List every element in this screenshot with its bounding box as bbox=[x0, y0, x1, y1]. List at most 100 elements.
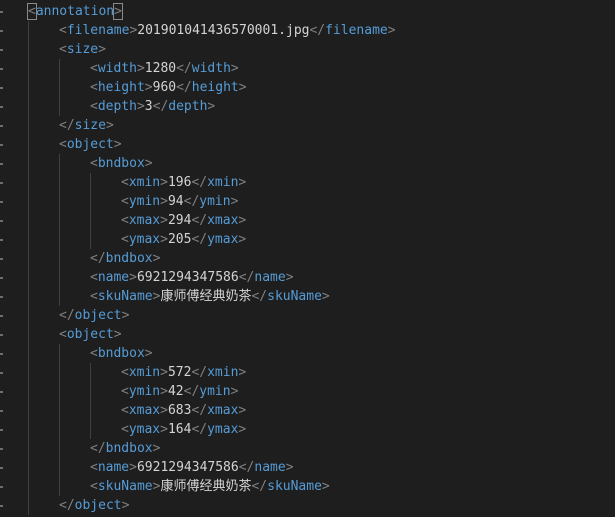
xml-bracket: > bbox=[230, 384, 239, 399]
code-line[interactable]: <size> bbox=[59, 40, 106, 59]
gutter-marker bbox=[0, 334, 3, 336]
code-line[interactable]: <xmin>572</xmin> bbox=[121, 363, 246, 382]
xml-bracket: </ bbox=[191, 232, 208, 247]
xml-bracket: </ bbox=[59, 308, 75, 323]
xml-bracket: > bbox=[238, 422, 247, 437]
code-line[interactable]: <filename>201901041436570001.jpg</filena… bbox=[59, 21, 396, 40]
gutter-marker bbox=[0, 315, 3, 317]
xml-bracket: </ bbox=[251, 289, 268, 304]
xml-tag-name: name bbox=[254, 460, 286, 475]
code-line[interactable]: <xmax>294</xmax> bbox=[121, 211, 246, 230]
xml-bracket: > bbox=[238, 175, 247, 190]
xml-bracket: > bbox=[113, 3, 123, 20]
xml-tag-name: ymin bbox=[199, 384, 231, 399]
code-line[interactable]: <skuName>康师傅经典奶茶</skuName> bbox=[90, 287, 330, 306]
xml-bracket: < bbox=[121, 384, 129, 399]
code-line[interactable]: </bndbox> bbox=[90, 439, 160, 458]
code-line[interactable]: <object> bbox=[59, 135, 122, 154]
code-line[interactable]: <ymax>205</ymax> bbox=[121, 230, 246, 249]
code-line[interactable]: <ymin>42</ymin> bbox=[121, 382, 238, 401]
xml-bracket: > bbox=[144, 156, 153, 171]
xml-text-value: 294 bbox=[167, 213, 192, 228]
xml-bracket: > bbox=[321, 289, 330, 304]
code-line[interactable]: <xmin>196</xmin> bbox=[121, 173, 246, 192]
xml-bracket: < bbox=[121, 194, 129, 209]
xml-text-value: 196 bbox=[167, 175, 192, 190]
xml-tag-name: bndbox bbox=[105, 251, 153, 266]
xml-bracket: </ bbox=[191, 365, 208, 380]
gutter-marker bbox=[0, 125, 3, 127]
xml-tag-name: xmax bbox=[207, 403, 239, 418]
xml-bracket: > bbox=[136, 99, 145, 114]
code-line[interactable]: <annotation> bbox=[27, 2, 123, 21]
xml-text-value: 572 bbox=[167, 365, 192, 380]
code-line[interactable]: <width>1280</width> bbox=[90, 59, 239, 78]
xml-text-value: 6921294347586 bbox=[136, 270, 239, 285]
xml-bracket: < bbox=[90, 270, 98, 285]
code-line[interactable]: </object> bbox=[59, 496, 129, 515]
xml-bracket: < bbox=[90, 289, 98, 304]
xml-bracket: > bbox=[238, 232, 247, 247]
xml-bracket: < bbox=[121, 175, 129, 190]
xml-tag-name: xmax bbox=[128, 213, 161, 228]
xml-bracket: > bbox=[144, 80, 153, 95]
code-line[interactable]: </object> bbox=[59, 306, 129, 325]
code-line[interactable]: <ymax>164</ymax> bbox=[121, 420, 246, 439]
code-line[interactable]: <object> bbox=[59, 325, 122, 344]
xml-bracket: </ bbox=[238, 460, 255, 475]
xml-bracket: </ bbox=[238, 270, 255, 285]
xml-bracket: </ bbox=[251, 479, 268, 494]
xml-tag-name: ymax bbox=[128, 422, 161, 437]
xml-bracket: < bbox=[121, 365, 129, 380]
xml-bracket: > bbox=[121, 498, 130, 513]
xml-text-value: 42 bbox=[167, 384, 184, 399]
xml-tag-name: bndbox bbox=[97, 346, 145, 361]
xml-text-value: 6921294347586 bbox=[136, 460, 239, 475]
gutter-marker bbox=[0, 505, 3, 507]
gutter-marker bbox=[0, 296, 3, 298]
xml-tag-name: skuName bbox=[267, 479, 322, 494]
code-line[interactable]: <depth>3</depth> bbox=[90, 97, 215, 116]
xml-bracket: < bbox=[90, 346, 98, 361]
xml-bracket: > bbox=[160, 403, 168, 418]
code-line[interactable]: <skuName>康师傅经典奶茶</skuName> bbox=[90, 477, 330, 496]
indent-guide bbox=[59, 154, 60, 306]
xml-bracket: < bbox=[90, 156, 98, 171]
xml-bracket: > bbox=[238, 213, 247, 228]
gutter-marker bbox=[0, 68, 3, 70]
code-line[interactable]: <xmax>683</xmax> bbox=[121, 401, 246, 420]
xml-text-value: 康师傅经典奶茶 bbox=[160, 479, 252, 494]
xml-text-value: 683 bbox=[167, 403, 192, 418]
xml-tag-name: ymin bbox=[199, 194, 231, 209]
gutter-marker bbox=[0, 11, 3, 13]
xml-tag-name: object bbox=[66, 327, 114, 342]
code-line[interactable]: <name>6921294347586</name> bbox=[90, 268, 294, 287]
code-line[interactable]: <ymin>94</ymin> bbox=[121, 192, 238, 211]
code-line[interactable]: <bndbox> bbox=[90, 344, 153, 363]
xml-bracket: > bbox=[230, 194, 239, 209]
indent-guide bbox=[90, 173, 91, 249]
xml-bracket: > bbox=[113, 137, 122, 152]
code-line[interactable]: <name>6921294347586</name> bbox=[90, 458, 294, 477]
code-line[interactable]: </size> bbox=[59, 116, 114, 135]
gutter-marker bbox=[0, 182, 3, 184]
gutter-marker bbox=[0, 49, 3, 51]
xml-bracket: </ bbox=[191, 175, 208, 190]
code-line[interactable]: </bndbox> bbox=[90, 249, 160, 268]
xml-bracket: > bbox=[160, 384, 168, 399]
xml-bracket: > bbox=[160, 422, 168, 437]
code-editor[interactable]: <annotation> <filename>201901041436570001… bbox=[0, 0, 615, 517]
xml-tag-name: width bbox=[191, 61, 231, 76]
gutter-marker bbox=[0, 220, 3, 222]
editor-gutter bbox=[0, 0, 14, 517]
xml-tag-name: height bbox=[191, 80, 239, 95]
xml-tag-name: skuName bbox=[97, 289, 153, 304]
xml-bracket: > bbox=[160, 194, 168, 209]
code-line[interactable]: <bndbox> bbox=[90, 154, 153, 173]
xml-bracket: < bbox=[59, 42, 67, 57]
gutter-marker bbox=[0, 201, 3, 203]
xml-bracket: > bbox=[207, 99, 216, 114]
xml-bracket: </ bbox=[309, 23, 326, 38]
code-line[interactable]: <height>960</height> bbox=[90, 78, 247, 97]
xml-tag-name: filename bbox=[66, 23, 130, 38]
